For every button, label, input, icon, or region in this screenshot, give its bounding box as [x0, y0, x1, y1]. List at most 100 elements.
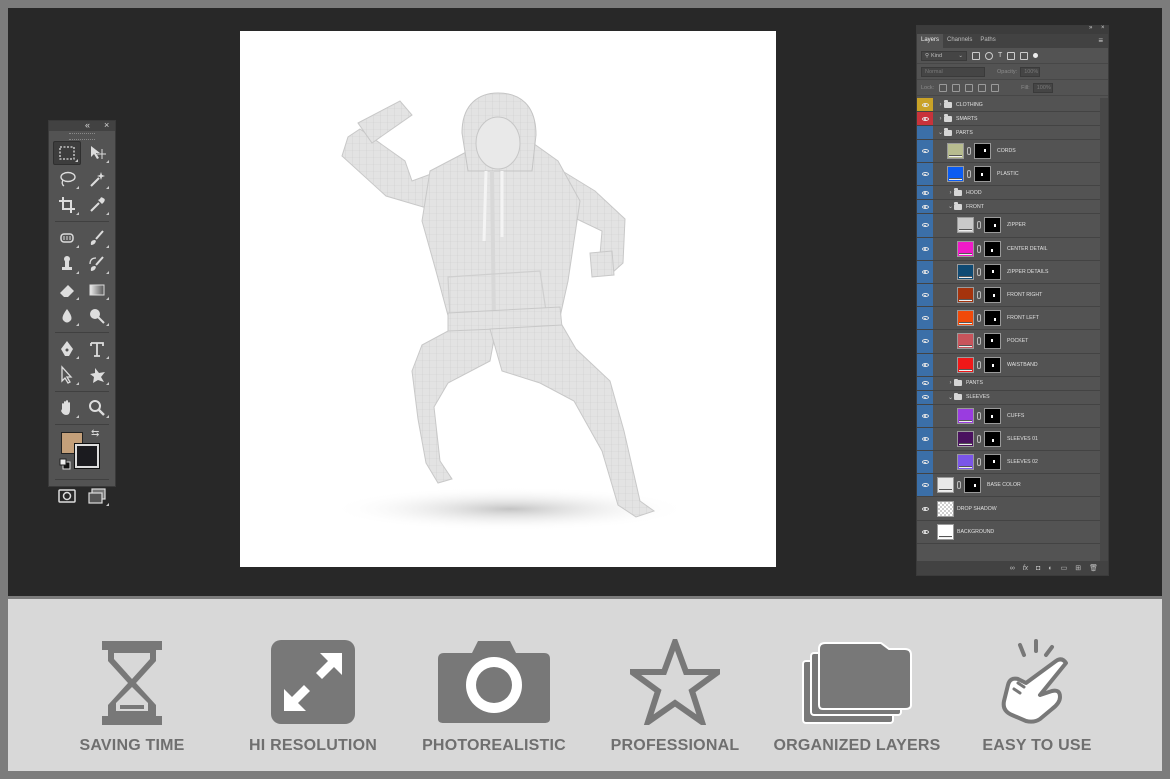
gradient-icon[interactable] — [83, 278, 111, 302]
layer-mask-thumbnail[interactable] — [984, 454, 1001, 471]
layer-row[interactable]: SLEEVES 01 — [917, 427, 1100, 452]
layer-visibility-toggle[interactable] — [917, 520, 933, 543]
quick-mask-icon[interactable] — [53, 484, 81, 508]
layer-mask-thumbnail[interactable] — [984, 333, 1001, 350]
layer-visibility-toggle[interactable] — [917, 260, 933, 283]
link-icon[interactable] — [977, 337, 981, 346]
layers-panel-titlebar[interactable]: » × — [917, 25, 1108, 34]
layer-visibility-toggle[interactable] — [917, 140, 933, 163]
layer-row[interactable]: WAISTBAND — [917, 353, 1100, 377]
link-icon[interactable] — [977, 360, 981, 369]
layer-visibility-toggle[interactable] — [917, 451, 933, 474]
lock-all-icon[interactable] — [991, 83, 1000, 92]
layer-mask-thumbnail[interactable] — [984, 287, 1001, 304]
chevron-right-icon[interactable]: › — [947, 190, 954, 196]
layer-row[interactable]: ZIPPER — [917, 214, 1100, 238]
marquee-icon[interactable] — [53, 141, 81, 165]
layer-mask-thumbnail[interactable] — [984, 263, 1001, 280]
layer-visibility-toggle[interactable] — [917, 200, 933, 214]
layer-group-row[interactable]: ⌄ SLEEVES — [917, 390, 1100, 405]
move-icon[interactable] — [83, 141, 111, 165]
background-color-swatch[interactable] — [74, 443, 100, 469]
lock-image-icon[interactable] — [952, 83, 961, 92]
screen-mode-icon[interactable] — [83, 484, 111, 508]
document-canvas[interactable] — [240, 31, 776, 567]
chevron-right-icon[interactable]: › — [937, 102, 944, 108]
magic-wand-icon[interactable] — [83, 167, 111, 191]
panel-grip[interactable] — [69, 133, 95, 140]
layer-mask-thumbnail[interactable] — [984, 240, 1001, 257]
layer-mask-thumbnail[interactable] — [984, 356, 1001, 373]
filter-toggle-icon[interactable] — [1033, 53, 1039, 58]
layer-visibility-toggle[interactable] — [917, 353, 933, 376]
layer-mask-thumbnail[interactable] — [964, 477, 981, 494]
link-icon[interactable] — [977, 291, 981, 300]
type-icon[interactable] — [83, 337, 111, 361]
layer-row[interactable]: CORDS — [917, 140, 1100, 164]
healing-brush-icon[interactable] — [53, 226, 81, 250]
pen-icon[interactable] — [53, 337, 81, 361]
lock-artboard-icon[interactable] — [978, 83, 987, 92]
adjustment-filter-icon[interactable] — [985, 51, 993, 60]
layer-visibility-toggle[interactable] — [917, 427, 933, 451]
tab-channels[interactable]: Channels — [943, 34, 976, 48]
layer-mask-thumbnail[interactable] — [984, 310, 1001, 327]
layer-thumbnail[interactable] — [937, 523, 954, 540]
chevron-right-icon[interactable]: › — [937, 116, 944, 122]
layer-group-row[interactable]: › SMARTS — [917, 112, 1100, 126]
layer-mask-thumbnail[interactable] — [984, 430, 1001, 447]
layer-thumbnail[interactable] — [937, 500, 954, 517]
pixel-filter-icon[interactable] — [972, 51, 980, 60]
smart-object-filter-icon[interactable] — [1020, 51, 1029, 60]
collapse-icon[interactable]: » — [1089, 25, 1092, 31]
chevron-down-icon[interactable]: ⌄ — [947, 394, 954, 401]
layers-scrollbar[interactable] — [1100, 98, 1108, 563]
new-group-icon[interactable]: ▭ — [1061, 564, 1068, 572]
layer-visibility-toggle[interactable] — [917, 497, 933, 520]
zoom-icon[interactable] — [83, 396, 111, 420]
link-icon[interactable] — [967, 170, 971, 179]
layer-thumbnail[interactable] — [957, 217, 974, 234]
panel-menu-icon[interactable]: ≡ — [1098, 37, 1103, 45]
layer-mask-thumbnail[interactable] — [974, 143, 991, 160]
link-icon[interactable] — [977, 267, 981, 276]
default-colors-icon[interactable] — [59, 458, 71, 470]
layer-group-row[interactable]: › HOOD — [917, 186, 1100, 201]
link-icon[interactable] — [977, 314, 981, 323]
shape-icon[interactable] — [83, 363, 111, 387]
eyedropper-icon[interactable] — [83, 193, 111, 217]
layer-thumbnail[interactable] — [957, 454, 974, 471]
lock-transparent-icon[interactable] — [939, 83, 948, 92]
layer-row[interactable]: BASE COLOR — [917, 474, 1100, 498]
layer-visibility-toggle[interactable] — [917, 390, 933, 404]
link-icon[interactable] — [957, 481, 961, 490]
link-icon[interactable] — [977, 411, 981, 420]
tab-paths[interactable]: Paths — [976, 34, 999, 48]
shape-filter-icon[interactable] — [1007, 51, 1016, 60]
layer-thumbnail[interactable] — [957, 287, 974, 304]
delete-layer-icon[interactable]: 🗑 — [1089, 564, 1098, 572]
layer-row[interactable]: FRONT RIGHT — [917, 283, 1100, 308]
close-icon[interactable]: × — [1101, 25, 1105, 31]
layer-thumbnail[interactable] — [957, 310, 974, 327]
link-layers-icon[interactable]: ∞ — [1010, 565, 1015, 572]
chevron-down-icon[interactable]: ⌄ — [937, 129, 944, 136]
layer-row[interactable]: DROP SHADOW — [917, 497, 1100, 521]
layer-visibility-toggle[interactable] — [917, 474, 933, 497]
link-icon[interactable] — [977, 434, 981, 443]
layer-visibility-toggle[interactable] — [917, 237, 933, 260]
layer-visibility-toggle[interactable] — [917, 283, 933, 307]
layer-visibility-toggle[interactable] — [917, 376, 933, 390]
layer-visibility-toggle[interactable] — [917, 98, 933, 111]
swap-colors-icon[interactable]: ⇆ — [91, 428, 99, 439]
link-icon[interactable] — [967, 147, 971, 156]
blur-icon[interactable] — [53, 304, 81, 328]
link-icon[interactable] — [977, 221, 981, 230]
link-icon[interactable] — [977, 244, 981, 253]
blend-mode-select[interactable]: Normal — [921, 66, 985, 77]
chevron-down-icon[interactable]: ⌄ — [947, 203, 954, 210]
lock-position-icon[interactable] — [965, 83, 974, 92]
layer-thumbnail[interactable] — [957, 356, 974, 373]
layer-group-row[interactable]: › PANTS — [917, 376, 1100, 391]
tab-layers[interactable]: Layers — [917, 34, 944, 48]
